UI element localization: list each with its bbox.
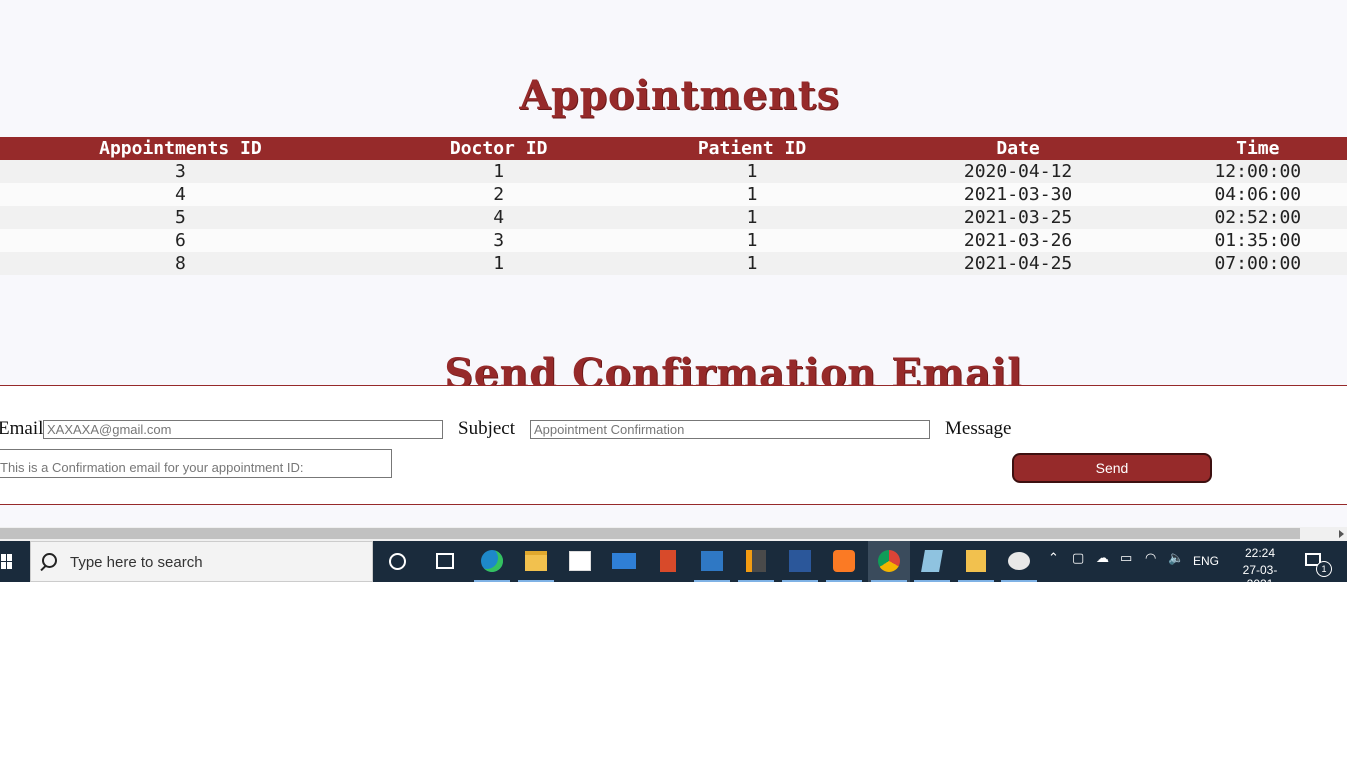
xampp-icon[interactable] <box>830 547 858 575</box>
appointments-heading: Appointments <box>519 72 840 119</box>
table-cell: 1 <box>636 183 868 206</box>
photos-icon[interactable] <box>698 547 726 575</box>
message-placeholder: This is a Confirmation email for your ap… <box>0 460 304 475</box>
message-input[interactable]: This is a Confirmation email for your ap… <box>0 449 392 478</box>
search-placeholder: Type here to search <box>70 554 203 571</box>
clock-time[interactable]: 22:24 <box>1230 546 1290 560</box>
language-indicator[interactable]: ENG <box>1193 554 1219 568</box>
table-cell: 6 <box>0 229 361 252</box>
sticky-files-icon[interactable] <box>962 547 990 575</box>
notification-count-badge: 1 <box>1316 561 1332 577</box>
subject-label: Subject <box>458 418 515 439</box>
table-cell: 1 <box>636 252 868 275</box>
task-view-icon[interactable] <box>431 547 459 575</box>
table-cell: 01:35:00 <box>1168 229 1347 252</box>
table-cell: 4 <box>0 183 361 206</box>
table-cell: 12:00:00 <box>1168 160 1347 183</box>
volume-icon[interactable]: 🔈 <box>1168 551 1184 566</box>
table-row: 8 1 1 2021-04-25 07:00:00 <box>0 252 1347 275</box>
column-header: Appointments ID <box>0 137 361 160</box>
cortana-icon[interactable] <box>383 547 411 575</box>
edge-icon[interactable] <box>478 547 506 575</box>
wifi-icon[interactable]: ◠ <box>1145 551 1156 566</box>
horizontal-scrollbar[interactable] <box>0 527 1347 541</box>
table-row: 4 2 1 2021-03-30 04:06:00 <box>0 183 1347 206</box>
taskbar-search-box[interactable]: Type here to search <box>30 541 373 582</box>
clock-date[interactable]: 27-03-2021 <box>1230 563 1290 591</box>
send-button[interactable]: Send <box>1012 453 1212 483</box>
message-label: Message <box>945 418 1012 439</box>
appointments-table: Appointments ID Doctor ID Patient ID Dat… <box>0 137 1347 275</box>
table-cell: 2021-04-25 <box>867 252 1169 275</box>
table-cell: 02:52:00 <box>1168 206 1347 229</box>
scrollbar-thumb[interactable] <box>0 528 1300 539</box>
table-cell: 04:06:00 <box>1168 183 1347 206</box>
word-icon[interactable] <box>786 547 814 575</box>
table-row: 3 1 1 2020-04-12 12:00:00 <box>0 160 1347 183</box>
paint-icon[interactable] <box>1005 547 1033 575</box>
email-input[interactable]: XAXAXA@gmail.com <box>43 420 443 439</box>
table-cell: 1 <box>360 160 637 183</box>
table-cell: 4 <box>360 206 637 229</box>
table-cell: 1 <box>360 252 637 275</box>
windows-logo-icon <box>1 554 13 569</box>
sublime-text-icon[interactable] <box>742 547 770 575</box>
column-header: Doctor ID <box>360 137 637 160</box>
table-cell: 3 <box>360 229 637 252</box>
subject-input[interactable]: Appointment Confirmation <box>530 420 930 439</box>
table-cell: 1 <box>636 206 868 229</box>
table-cell: 1 <box>636 229 868 252</box>
column-header: Time <box>1168 137 1347 160</box>
table-cell: 2020-04-12 <box>867 160 1169 183</box>
table-cell: 07:00:00 <box>1168 252 1347 275</box>
chrome-icon[interactable] <box>875 547 903 575</box>
show-hidden-icons-chevron-icon[interactable]: ⌃ <box>1048 551 1059 566</box>
table-cell: 2021-03-26 <box>867 229 1169 252</box>
notepad-icon[interactable] <box>918 547 946 575</box>
table-cell: 2 <box>360 183 637 206</box>
table-cell: 1 <box>636 160 868 183</box>
browser-page: Appointments Appointments ID Doctor ID P… <box>0 0 1347 541</box>
onedrive-cloud-icon[interactable]: ☁ <box>1096 551 1109 566</box>
battery-icon[interactable]: ▭ <box>1120 551 1132 566</box>
table-row: 6 3 1 2021-03-26 01:35:00 <box>0 229 1347 252</box>
table-cell: 8 <box>0 252 361 275</box>
table-header-row: Appointments ID Doctor ID Patient ID Dat… <box>0 137 1347 160</box>
email-label: Email <box>0 418 44 439</box>
store-icon[interactable] <box>566 547 594 575</box>
column-header: Date <box>867 137 1169 160</box>
office-icon[interactable] <box>654 547 682 575</box>
scroll-right-arrow-icon[interactable] <box>1339 530 1344 538</box>
mail-icon[interactable] <box>610 547 638 575</box>
start-button[interactable] <box>0 541 30 582</box>
table-cell: 2021-03-25 <box>867 206 1169 229</box>
table-cell: 3 <box>0 160 361 183</box>
table-cell: 5 <box>0 206 361 229</box>
table-cell: 2021-03-30 <box>867 183 1169 206</box>
file-explorer-icon[interactable] <box>522 547 550 575</box>
windows-taskbar: Type here to search ⌃ ▢ ☁ ▭ ◠ 🔈 ENG 22:2… <box>0 541 1347 591</box>
confirmation-email-form: Email XAXAXA@gmail.com Subject Appointme… <box>0 385 1347 505</box>
column-header: Patient ID <box>636 137 868 160</box>
meet-now-icon[interactable]: ▢ <box>1072 551 1084 566</box>
table-row: 5 4 1 2021-03-25 02:52:00 <box>0 206 1347 229</box>
vertical-scrollbar[interactable] <box>1347 0 1366 541</box>
